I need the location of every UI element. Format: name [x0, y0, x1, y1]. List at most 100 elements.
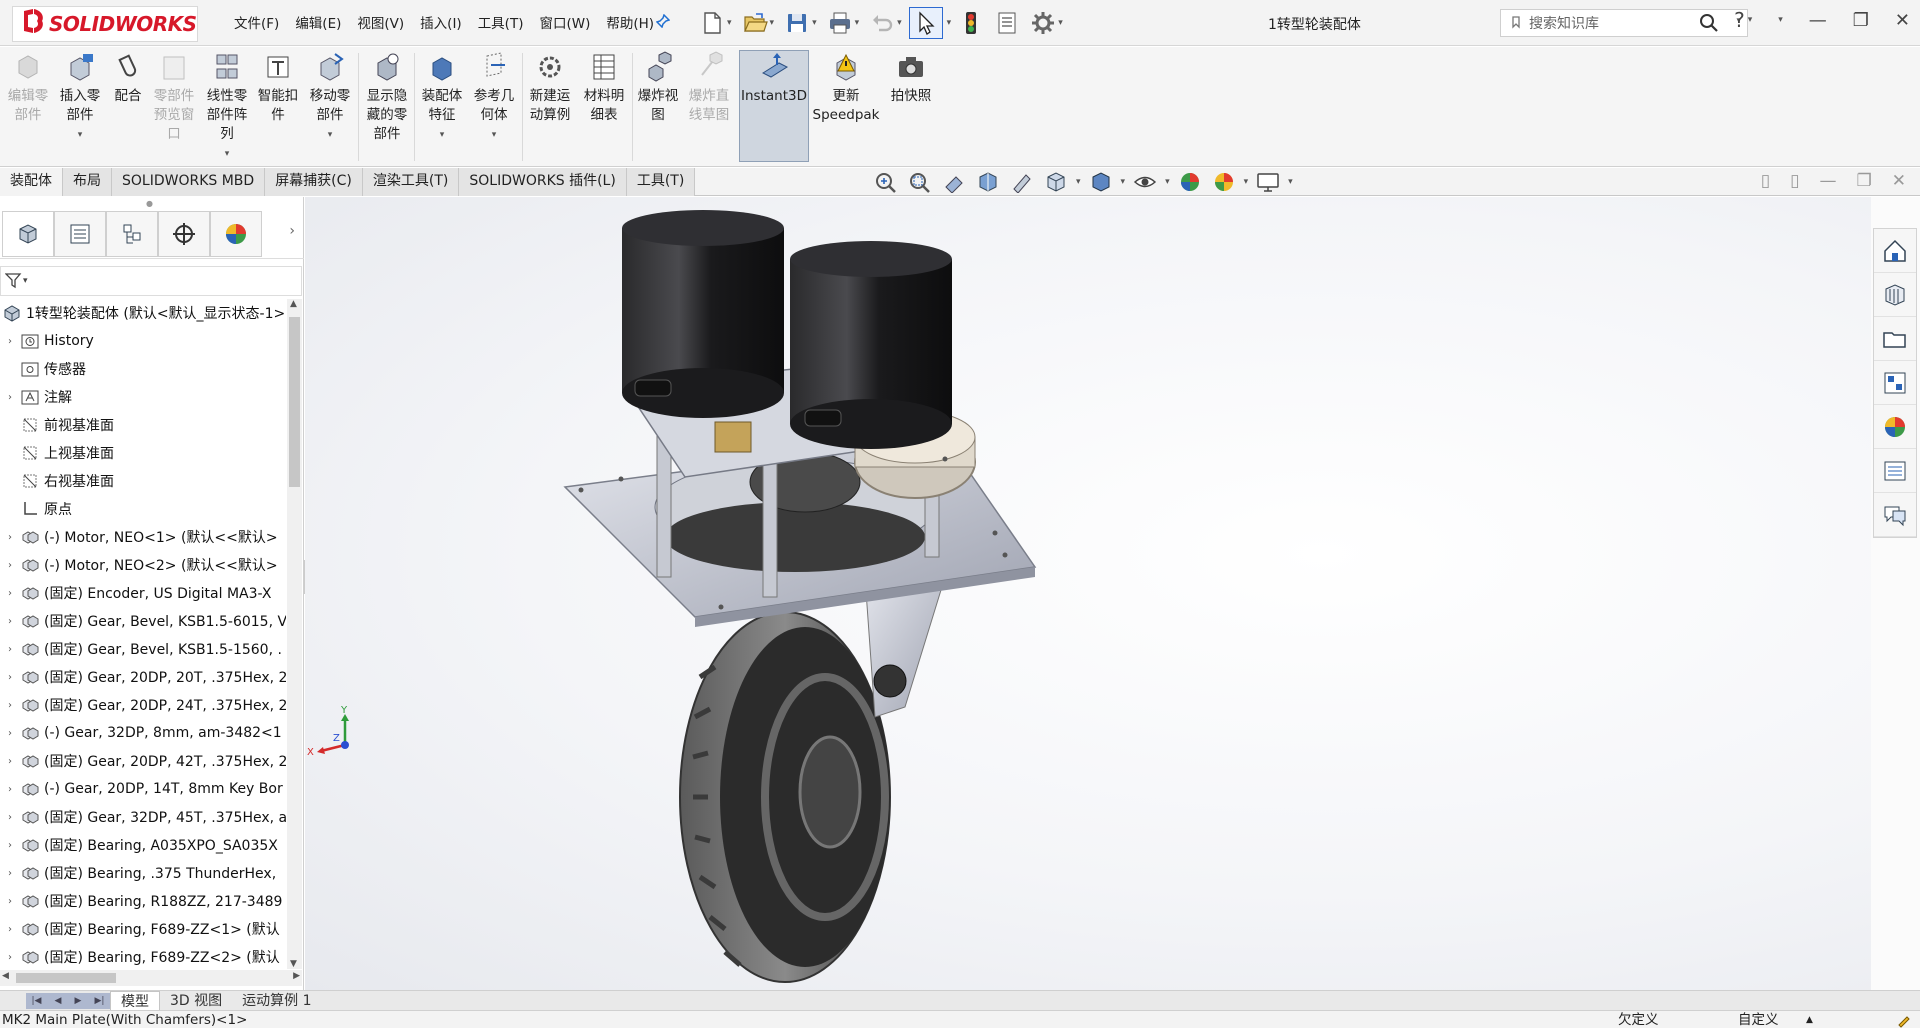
design-library-icon[interactable]	[1874, 273, 1916, 317]
chevron-right-icon[interactable]: ›	[289, 223, 295, 239]
file-explorer-icon[interactable]	[1874, 317, 1916, 361]
expand-arrow-icon[interactable]: ›	[0, 812, 20, 823]
tab-addins[interactable]: SOLIDWORKS 插件(L)	[459, 168, 627, 196]
pin-menu-icon[interactable]	[655, 13, 671, 32]
menu-help[interactable]: 帮助(H)	[598, 14, 662, 34]
chevron-down-icon[interactable]: ▾	[812, 18, 817, 28]
expand-arrow-icon[interactable]: ›	[0, 588, 20, 599]
tree-item[interactable]: › (-) Motor, NEO<1> (默认<<默认>	[0, 523, 286, 551]
tree-item[interactable]: › (固定) Bearing, A035XPO_SA035X	[0, 831, 286, 859]
assembly-model-render[interactable]	[305, 197, 1871, 990]
panel-grip-icon[interactable]: ●	[146, 199, 153, 208]
chevron-down-icon[interactable]: ▾	[947, 18, 952, 28]
view-orientation-icon[interactable]	[1042, 170, 1070, 194]
take-snapshot-button[interactable]: 拍快照	[884, 51, 938, 106]
exploded-view-button[interactable]: 爆炸视 图	[636, 51, 680, 125]
scroll-down-icon[interactable]: ▼	[290, 959, 297, 969]
last-tab-icon[interactable]: ▶|	[94, 996, 104, 1006]
tree-item[interactable]: › 注解	[0, 383, 286, 411]
open-button[interactable]: ▾	[739, 7, 778, 39]
scroll-right-icon[interactable]: ▶	[293, 971, 300, 981]
chevron-down-icon[interactable]: ▾	[1165, 177, 1170, 187]
chevron-down-icon[interactable]: ▾	[897, 18, 902, 28]
tree-item[interactable]: › (-) Gear, 20DP, 14T, 8mm Key Bor	[0, 775, 286, 803]
expand-arrow-icon[interactable]: ›	[0, 924, 20, 935]
menu-insert[interactable]: 插入(I)	[412, 14, 470, 34]
tree-item[interactable]: 原点	[0, 495, 286, 523]
appearances-scenes-icon[interactable]	[1874, 405, 1916, 449]
expand-arrow-icon[interactable]: ›	[0, 896, 20, 907]
dynamic-annotation-icon[interactable]	[1008, 170, 1036, 194]
linear-pattern-button[interactable]: 线性零 部件阵 列 ▾	[203, 51, 251, 164]
tree-item[interactable]: › (固定) Gear, 20DP, 20T, .375Hex, 2	[0, 663, 286, 691]
scroll-left-icon[interactable]: ◀	[2, 971, 9, 981]
doc-close-icon[interactable]: ✕	[1892, 171, 1906, 191]
mate-button[interactable]: 配合	[108, 51, 148, 106]
tree-item[interactable]: › (固定) Gear, 20DP, 42T, .375Hex, 2	[0, 747, 286, 775]
solidworks-resources-icon[interactable]	[1874, 229, 1916, 273]
update-speedpak-button[interactable]: 更新 Speedpak	[813, 51, 880, 125]
chevron-down-icon[interactable]: ▾	[225, 145, 230, 164]
menu-tools[interactable]: 工具(T)	[470, 14, 532, 34]
expand-arrow-icon[interactable]: ›	[0, 784, 20, 795]
display-style-icon[interactable]	[1087, 170, 1115, 194]
expand-arrow-icon[interactable]: ›	[0, 840, 20, 851]
menu-window[interactable]: 窗口(W)	[531, 14, 598, 34]
chevron-down-icon[interactable]: ▾	[855, 18, 860, 28]
solidworks-logo[interactable]: SOLIDWORKS	[12, 6, 198, 42]
tab-assembly[interactable]: 装配体	[0, 168, 63, 196]
insert-component-button[interactable]: 插入零 部件 ▾	[56, 51, 104, 145]
tree-item[interactable]: 前视基准面	[0, 411, 286, 439]
menu-view[interactable]: 视图(V)	[349, 14, 412, 34]
select-tool-button[interactable]	[908, 7, 943, 39]
expand-arrow-icon[interactable]: ›	[0, 616, 20, 627]
tree-item[interactable]: › (固定) Encoder, US Digital MA3-X	[0, 579, 286, 607]
apply-scene-icon[interactable]	[1210, 170, 1238, 194]
print-button[interactable]: ▾	[824, 7, 863, 39]
next-tab-icon[interactable]: ▶	[75, 996, 82, 1006]
tab-model[interactable]: 模型	[110, 990, 160, 1011]
undo-button[interactable]: ▾	[866, 7, 905, 39]
tree-item[interactable]: › (固定) Bearing, F689-ZZ<2> (默认	[0, 943, 286, 969]
restore-icon[interactable]: ❐	[1853, 10, 1869, 31]
rebuild-status-icon[interactable]	[1896, 1012, 1912, 1028]
chevron-down-icon[interactable]: ▾	[1244, 177, 1249, 187]
scrollbar-thumb[interactable]	[16, 973, 116, 983]
help-button[interactable]: ? ▾	[1734, 8, 1752, 32]
wheel[interactable]	[679, 611, 891, 983]
show-hidden-components-button[interactable]: 显示隐 藏的零 部件	[362, 51, 412, 144]
tree-item[interactable]: › (固定) Bearing, R188ZZ, 217-3489	[0, 887, 286, 915]
menu-file[interactable]: 文件(F)	[226, 14, 287, 34]
expand-arrow-icon[interactable]: ›	[0, 756, 20, 767]
chevron-down-icon[interactable]: ▾	[328, 126, 333, 145]
tree-item[interactable]: › (固定) Bearing, F689-ZZ<1> (默认	[0, 915, 286, 943]
tree-item[interactable]: › (固定) Gear, Bevel, KSB1.5-1560, .	[0, 635, 286, 663]
tab-tools[interactable]: 工具(T)	[626, 168, 696, 196]
edit-component-button[interactable]: 编辑零 部件	[6, 51, 50, 125]
tab-3d-view[interactable]: 3D 视图	[160, 991, 232, 1011]
save-button[interactable]: ▾	[781, 7, 820, 39]
dimxpert-manager-tab[interactable]	[158, 211, 210, 257]
tile-right-icon[interactable]: ▯	[1790, 171, 1799, 191]
chevron-down-icon[interactable]: ▾	[727, 18, 732, 28]
chevron-down-icon[interactable]: ▾	[770, 18, 775, 28]
smart-fastener-button[interactable]: 智能扣 件	[256, 51, 300, 125]
tree-vertical-scrollbar[interactable]: ▲ ▼	[287, 299, 302, 969]
tree-item[interactable]: › (固定) Gear, 20DP, 24T, .375Hex, 2	[0, 691, 286, 719]
tree-item[interactable]: › (固定) Gear, 32DP, 45T, .375Hex, a	[0, 803, 286, 831]
chevron-down-icon[interactable]: ▾	[1058, 18, 1063, 28]
scrollbar-thumb[interactable]	[289, 317, 300, 487]
tree-item[interactable]: › (固定) Bearing, .375 ThunderHex,	[0, 859, 286, 887]
expand-arrow-icon[interactable]: ›	[0, 560, 20, 571]
tab-screen-capture[interactable]: 屏幕捕获(C)	[265, 168, 363, 196]
file-properties-button[interactable]	[991, 7, 1023, 39]
user-menu-icon[interactable]: ▾	[1778, 15, 1783, 25]
minimize-icon[interactable]: —	[1809, 10, 1827, 31]
expand-arrow-icon[interactable]: ›	[0, 728, 20, 739]
property-manager-tab[interactable]	[54, 211, 106, 257]
tree-root-assembly[interactable]: 1转型轮装配体 (默认<默认_显示状态-1>)	[0, 299, 286, 327]
tab-layout[interactable]: 布局	[63, 168, 112, 196]
tile-left-icon[interactable]: ▯	[1761, 171, 1770, 191]
reference-geometry-button[interactable]: 参考几 何体 ▾	[470, 51, 518, 145]
edit-appearance-icon[interactable]	[1176, 170, 1204, 194]
